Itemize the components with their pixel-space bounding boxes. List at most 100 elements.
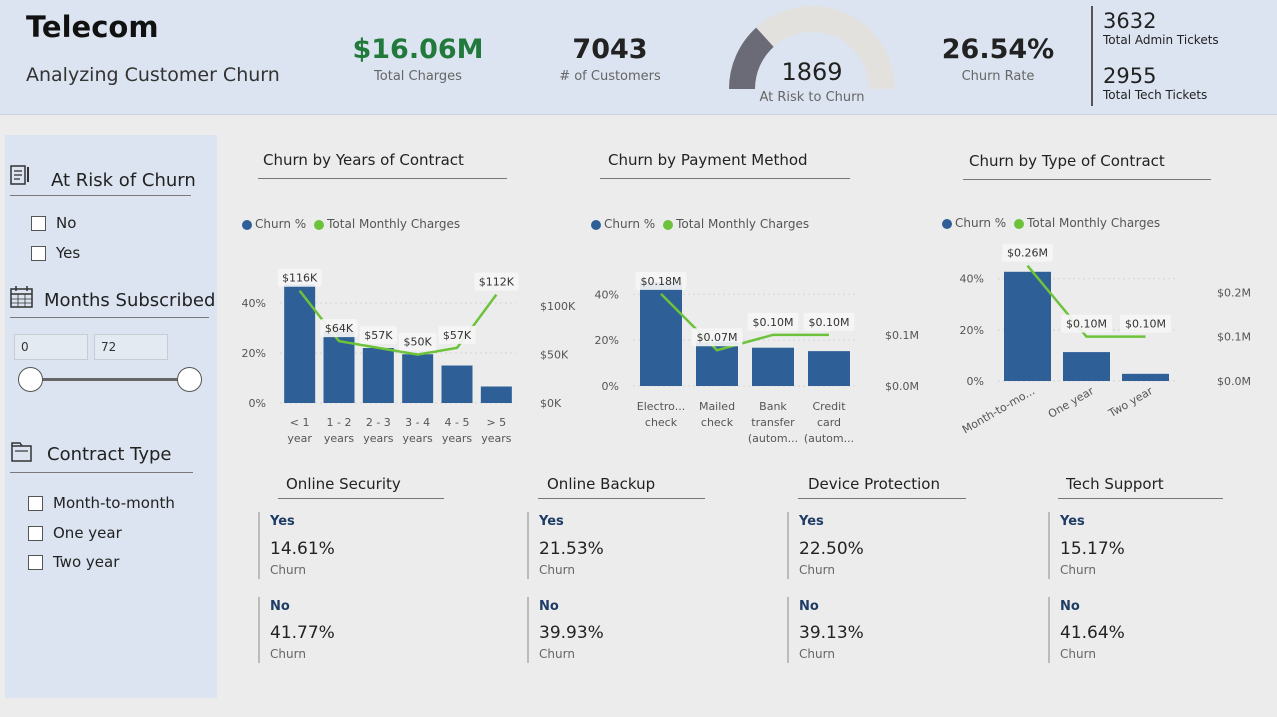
y-tick-label: 40% [960,273,984,286]
legend-charges: Total Monthly Charges [1014,216,1160,230]
card-title-underline [798,498,966,499]
checkbox-box[interactable] [28,495,43,511]
kpi-churn-rate-label: Churn Rate [961,69,1035,84]
x-tick-label: Two year [1105,384,1155,420]
bar [284,284,316,403]
x-tick-label: year [287,432,312,445]
checkbox-label: Month-to-month [53,494,175,512]
card-yes-sub: Churn [539,563,575,577]
months-min-input[interactable]: 0 [14,334,88,360]
card-yes-value: 22.50% [799,539,864,559]
chart-payment-title: Churn by Payment Method [608,151,808,169]
legend-dot-churn [591,219,601,230]
card-title-underline [1058,498,1223,499]
kpi-customers-label: # of Customers [559,69,661,84]
legend-dot-churn [942,218,952,229]
checkbox-box[interactable] [31,215,46,231]
x-tick-label: Credit [812,400,846,413]
checkbox-at-risk-no[interactable]: No [31,214,76,232]
checkbox-at-risk-yes[interactable]: Yes [31,244,80,262]
x-tick-label: (autom... [804,432,854,445]
bar [1004,271,1051,381]
x-tick-label: check [645,416,678,429]
bar [752,347,794,386]
card-yes-sub: Churn [799,563,835,577]
y-tick-label: 20% [595,334,619,347]
card-yes-value: 14.61% [270,539,335,559]
chart-payment-legend: Churn % Total Monthly Charges [591,217,809,231]
months-slider-max-handle[interactable] [177,367,202,392]
legend-charges: Total Monthly Charges [663,217,809,231]
x-tick-label: > 5 [486,416,506,429]
y2-tick-label: $0K [540,397,562,410]
legend-dot-charges [663,219,674,230]
folder-icon [11,442,32,462]
checkbox-month-to-month[interactable]: Month-to-month [28,494,175,512]
kpi-tech-tickets-label: Total Tech Tickets [1103,88,1208,102]
x-tick-label: years [403,432,434,445]
card-accent-bar [787,512,789,579]
y2-tick-label: $0.2M [1217,286,1251,299]
x-tick-label: < 1 [290,416,310,429]
x-tick-label: Bank [759,400,787,413]
bar [1063,352,1110,381]
months-max-input[interactable]: 72 [94,334,168,360]
chart-title-underline [258,178,507,179]
slicer-divider [10,195,191,196]
card-accent-bar [1048,512,1050,579]
y2-tick-label: $0.0M [1217,375,1251,388]
data-label: $0.26M [1007,247,1048,260]
chart-churn-by-contract: 0% 20% 40% $0.0M $0.1M $0.2M Month-to-mo... One… [960,243,1251,436]
data-label: $0.10M [809,316,850,329]
checkbox-box[interactable] [28,554,43,570]
kpi-at-risk-value: 1869 [781,58,843,86]
legend-label: Churn % [955,216,1007,230]
checkbox-label: Yes [56,244,81,262]
card-title: Device Protection [808,475,940,493]
checkbox-two-year[interactable]: Two year [28,553,119,571]
card-no-value: 41.64% [1060,623,1125,643]
x-tick-label: 3 - 4 [405,416,430,429]
card-title: Online Security [286,475,401,493]
legend-churn: Churn % [242,217,306,231]
card-no-sub: Churn [539,647,575,661]
page-title: Telecom [26,10,159,44]
x-tick-label: years [481,432,512,445]
kpi-admin-tickets: 3632 Total Admin Tickets [1103,9,1219,47]
card-yes-label: Yes [1060,514,1085,529]
kpi-tech-tickets-value: 2955 [1103,64,1157,88]
header-divider [1091,6,1093,106]
data-label: $64K [325,322,354,335]
checkbox-one-year[interactable]: One year [28,524,122,542]
y-tick-label: 0% [249,397,266,410]
y2-tick-label: $100K [540,300,576,313]
kpi-total-charges: $16.06M Total Charges [338,34,498,84]
card-no-sub: Churn [1060,647,1096,661]
card-no-value: 41.77% [270,623,335,643]
data-label: $57K [443,329,472,342]
kpi-total-charges-value: $16.06M [352,34,484,65]
y-tick-label: 40% [595,288,619,301]
card-yes-label: Yes [539,514,564,529]
months-slider-min-handle[interactable] [18,367,43,392]
legend-label: Churn % [255,217,307,231]
card-yes-sub: Churn [270,563,306,577]
y-tick-label: 20% [960,324,984,337]
card-yes-sub: Churn [1060,563,1096,577]
chart-churn-by-payment: 0% 20% 40% $0.0M $0.1M Electro... check Mailed c… [595,271,919,445]
card-no-sub: Churn [799,647,835,661]
checkbox-box[interactable] [31,245,46,261]
months-slider-track[interactable] [30,378,190,381]
kpi-churn-rate-value: 26.54% [941,34,1055,65]
x-tick-label: Mailed [699,400,735,413]
chart-title-underline [963,179,1211,180]
x-tick-label: check [701,416,734,429]
chart-years-legend: Churn % Total Monthly Charges [242,217,460,231]
card-no-label: No [270,599,290,614]
calendar-icon [10,286,33,308]
notepad-icon [10,165,29,185]
data-label: $0.18M [641,275,682,288]
checkbox-box[interactable] [28,525,43,541]
card-no-label: No [539,599,559,614]
slicer-at-risk-title: At Risk of Churn [51,170,196,191]
